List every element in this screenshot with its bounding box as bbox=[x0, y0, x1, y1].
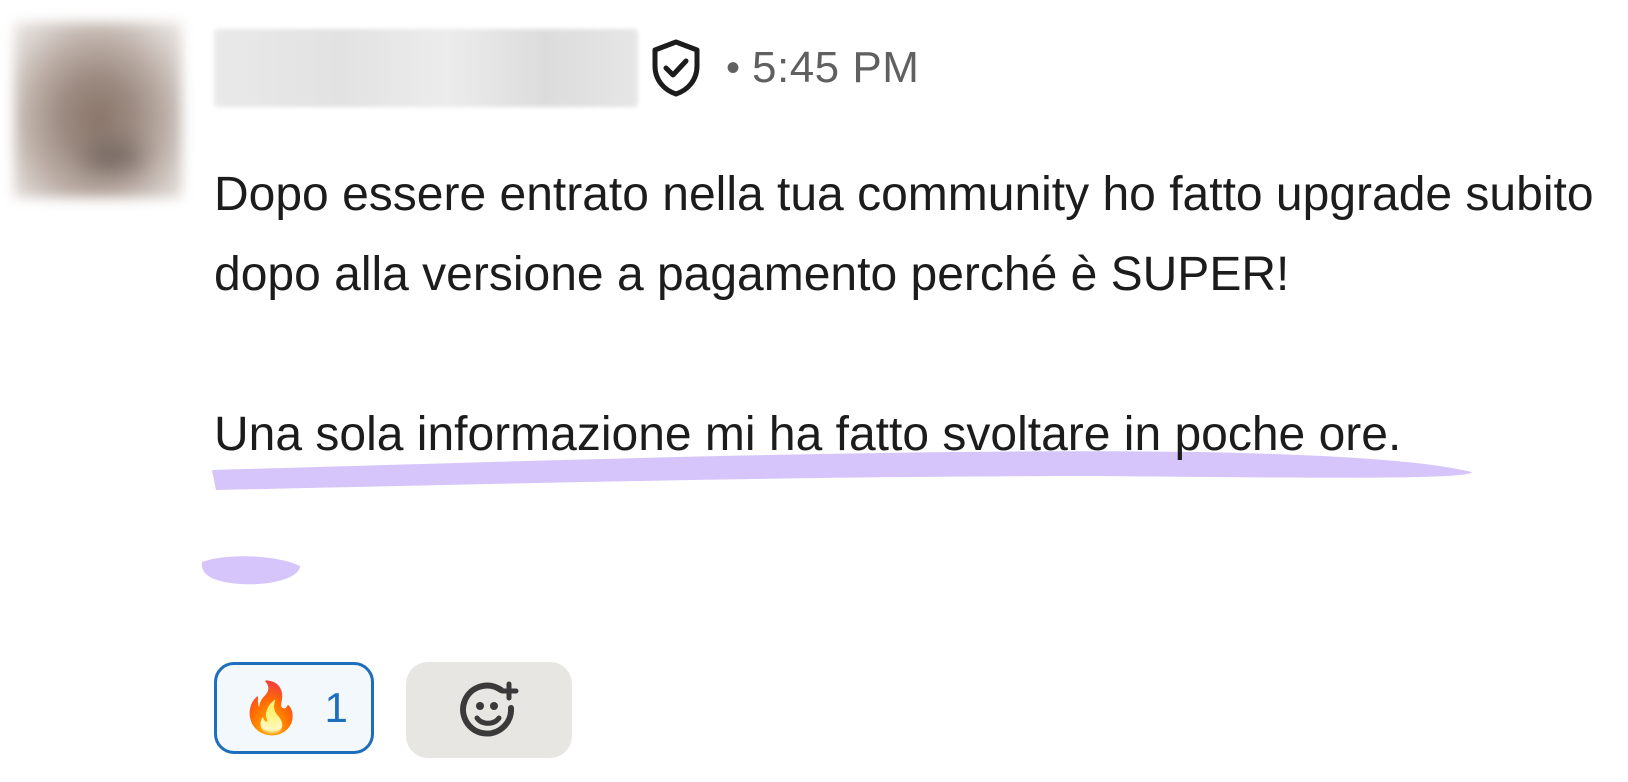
highlighted-paragraph: Una sola informazione mi ha fatto svolta… bbox=[214, 408, 1402, 461]
add-emoji-icon bbox=[460, 681, 519, 737]
reaction-fire[interactable]: 🔥 1 bbox=[214, 662, 374, 754]
reaction-count: 1 bbox=[324, 684, 348, 731]
message-header: • 5:45 PM bbox=[214, 28, 919, 108]
message-paragraph: Dopo essere entrato nella tua community … bbox=[214, 168, 1594, 301]
timestamp[interactable]: 5:45 PM bbox=[752, 43, 919, 93]
separator-dot: • bbox=[726, 46, 741, 90]
reactions-bar: 🔥 1 bbox=[214, 662, 572, 758]
author-name[interactable] bbox=[214, 29, 638, 107]
avatar[interactable] bbox=[14, 22, 182, 198]
shield-check-icon bbox=[648, 37, 704, 99]
add-reaction-button[interactable] bbox=[406, 662, 572, 758]
fire-emoji: 🔥 bbox=[240, 680, 303, 736]
message-body: Dopo essere entrato nella tua community … bbox=[214, 155, 1614, 475]
